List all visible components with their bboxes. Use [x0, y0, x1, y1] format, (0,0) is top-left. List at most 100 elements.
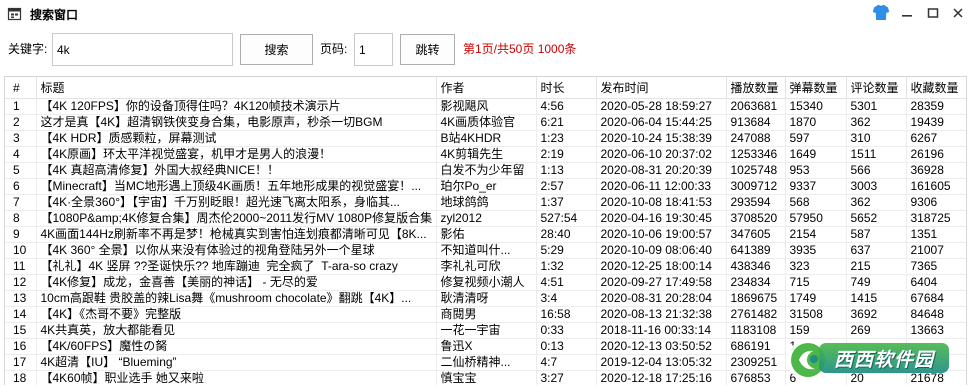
cell-comments: [846, 354, 907, 371]
cell-duration: 4:7: [536, 354, 597, 371]
cell-danmaku: 1749: [785, 290, 847, 307]
cell-duration: 0:13: [536, 338, 597, 355]
column-header-favorites[interactable]: 收藏数量: [906, 77, 966, 99]
cell-plays: 1025748: [726, 162, 786, 179]
cell-favorites: 6404: [906, 274, 966, 291]
cell-duration: 5:29: [536, 242, 597, 259]
cell-no: 13: [5, 290, 37, 307]
cell-published: 2020-06-04 15:44:25: [596, 114, 727, 131]
keyword-label: 关键字:: [8, 42, 48, 56]
page-input[interactable]: [354, 33, 393, 66]
cell-duration: 6:21: [536, 114, 597, 131]
cell-favorites: 28359: [906, 98, 966, 115]
cell-duration: 1:32: [536, 258, 597, 275]
search-window-icon: [7, 6, 23, 22]
maximize-button[interactable]: [921, 3, 945, 25]
table-row[interactable]: 12 【4K修复】成龙，金喜善【美丽的神话】 - 无尽的爱 修复视频小潮人 4:51 2…: [5, 274, 966, 291]
table-row[interactable]: 18 【4K60帧】职业选手 她又来啦 慎宝宝 3:27 2020-12-18 17:2…: [5, 370, 966, 385]
table-row[interactable]: 13 10cm高跟鞋 贵胶盖的辣Lisa舞《mushroom chocolate》…: [5, 290, 966, 307]
cell-comments: 1511: [846, 146, 907, 163]
column-header-comments[interactable]: 评论数量: [846, 77, 907, 99]
cell-favorites: [906, 354, 966, 371]
cell-title: 【礼礼】4K 竖屏 ??圣诞快乐?? 地库蹦迪 完全疯了 T-ara-so cr…: [36, 258, 437, 275]
cell-author: B站4KHDR: [436, 130, 537, 147]
cell-comments: 20: [846, 370, 907, 385]
column-header-published[interactable]: 发布时间: [596, 77, 727, 99]
cell-published: 2020-05-28 18:59:27: [596, 98, 727, 115]
cell-plays: 676853: [726, 370, 786, 385]
cell-favorites: 13663: [906, 322, 966, 339]
cell-title: 【4K60帧】职业选手 她又来啦: [36, 370, 437, 385]
cell-title: 【4K 360° 全景】以你从来没有体验过的视角登陆另外一个星球: [36, 242, 437, 259]
cell-author: 修复视频小潮人: [436, 274, 537, 291]
cell-published: 2020-10-08 18:41:53: [596, 194, 727, 211]
table-row[interactable]: 4 【4K原画】环太平洋视觉盛宴，机甲才是男人的浪漫！ 4K剪辑先生 2:19 2020…: [5, 146, 966, 163]
cell-danmaku: 715: [785, 274, 847, 291]
table-row[interactable]: 14 【4K】《杰哥不要》完整版 商閱男 16:58 2020-08-13 21:32:…: [5, 306, 966, 323]
cell-plays: 347605: [726, 226, 786, 243]
cell-favorites: 6267: [906, 130, 966, 147]
cell-comments: 215: [846, 258, 907, 275]
cell-danmaku: 9337: [785, 178, 847, 195]
table-row[interactable]: 7 【4K·全景360°】【宇宙】千万别眨眼！超光速飞离太阳系，身临其... 地球鸽…: [5, 194, 966, 211]
table-row[interactable]: 11 【礼礼】4K 竖屏 ??圣诞快乐?? 地库蹦迪 完全疯了 T-ara-so …: [5, 258, 966, 275]
column-header-title[interactable]: 标题: [36, 77, 437, 99]
column-header-danmaku[interactable]: 弹幕数量: [785, 77, 847, 99]
cell-no: 5: [5, 162, 37, 179]
cell-plays: 234834: [726, 274, 786, 291]
table-row[interactable]: 17 4K超清【IU】 “Blueming” 二仙桥精神... 4:7 2019-12-…: [5, 354, 966, 371]
cell-title: 【Minecraft】当MC地形遇上顶级4K画质！五年地形成果的视觉盛宴！...: [36, 178, 437, 195]
cell-author: 慎宝宝: [436, 370, 537, 385]
column-header-plays[interactable]: 播放数量: [726, 77, 786, 99]
table-row[interactable]: 6 【Minecraft】当MC地形遇上顶级4K画质！五年地形成果的视觉盛宴！..…: [5, 178, 966, 195]
cell-no: 11: [5, 258, 37, 275]
cell-comments: 587: [846, 226, 907, 243]
cell-duration: 4:56: [536, 98, 597, 115]
cell-plays: 2063681: [726, 98, 786, 115]
cell-duration: 1:13: [536, 162, 597, 179]
cell-author: 李礼礼可欣: [436, 258, 537, 275]
jump-button[interactable]: 跳转: [400, 34, 455, 65]
column-header-author[interactable]: 作者: [436, 77, 537, 99]
table-row[interactable]: 15 4K共真英，放大都能看见 一花一宇宙 0:33 2018-11-16 00:33:…: [5, 322, 966, 339]
window-title: 搜索窗口: [30, 8, 79, 22]
cell-no: 9: [5, 226, 37, 243]
cell-danmaku: 159: [785, 322, 847, 339]
cell-plays: 293594: [726, 194, 786, 211]
cell-no: 6: [5, 178, 37, 195]
cell-plays: 913684: [726, 114, 786, 131]
cell-published: 2020-12-13 03:50:52: [596, 338, 727, 355]
table-row[interactable]: 16 【4K/60FPS】魔性の胬 鲁迅X 0:13 2020-12-13 03:50:…: [5, 338, 966, 355]
cell-favorites: 67684: [906, 290, 966, 307]
close-button[interactable]: [946, 3, 970, 25]
page-label: 页码:: [320, 42, 348, 56]
cell-published: 2020-04-16 19:30:45: [596, 210, 727, 227]
table-row[interactable]: 10 【4K 360° 全景】以你从来没有体验过的视角登陆另外一个星球 不知道叫什.…: [5, 242, 966, 259]
cell-duration: 3:4: [536, 290, 597, 307]
minimize-button[interactable]: [895, 3, 919, 25]
table-row[interactable]: 1 【4K 120FPS】你的设备顶得住吗？4K120帧技术演示片 影视飓风 4:56…: [5, 98, 966, 115]
column-header-duration[interactable]: 时长: [536, 77, 597, 99]
skin-button[interactable]: [869, 3, 893, 25]
cell-author: 4K画质体验官: [436, 114, 537, 131]
table-row[interactable]: 5 【4K 真超高清修复】外国大叔经典NICE！！ 白发不为少年留 1:13 2020-…: [5, 162, 966, 179]
cell-favorites: 7365: [906, 258, 966, 275]
table-row[interactable]: 8 【1080P&amp;4K修复合集】周杰伦2000~2011发行MV 1080…: [5, 210, 966, 227]
cell-plays: 247088: [726, 130, 786, 147]
title-bar[interactable]: 搜索窗口: [0, 0, 971, 30]
cell-published: 2020-09-27 17:49:58: [596, 274, 727, 291]
skin-shirt-icon: [872, 4, 890, 24]
cell-plays: 3708520: [726, 210, 786, 227]
table-row[interactable]: 9 4K画面144Hz刷新率不再是梦！枪械真实到害怕连划痕都清晰可见【8K... 影…: [5, 226, 966, 243]
cell-comments: 1415: [846, 290, 907, 307]
column-header-no[interactable]: #: [5, 77, 37, 99]
cell-no: 10: [5, 242, 37, 259]
cell-title: 这才是真【4K】超清钢铁侠变身合集，电影原声，秒杀一切BGM: [36, 114, 437, 131]
keyword-input[interactable]: [52, 33, 233, 66]
table-row[interactable]: 3 【4K HDR】质感颗粒，屏幕测试 B站4KHDR 1:23 2020-10-24 …: [5, 130, 966, 147]
minimize-icon: [901, 7, 913, 22]
search-button[interactable]: 搜索: [240, 34, 313, 65]
table-row[interactable]: 2 这才是真【4K】超清钢铁侠变身合集，电影原声，秒杀一切BGM 4K画质体验官 6:…: [5, 114, 966, 131]
cell-title: 【4K·全景360°】【宇宙】千万别眨眼！超光速飞离太阳系，身临其...: [36, 194, 437, 211]
results-table[interactable]: # 标题 作者 时长 发布时间 播放数量 弹幕数量 评论数量 收藏数量 1 【4K 120FPS】…: [4, 76, 967, 385]
